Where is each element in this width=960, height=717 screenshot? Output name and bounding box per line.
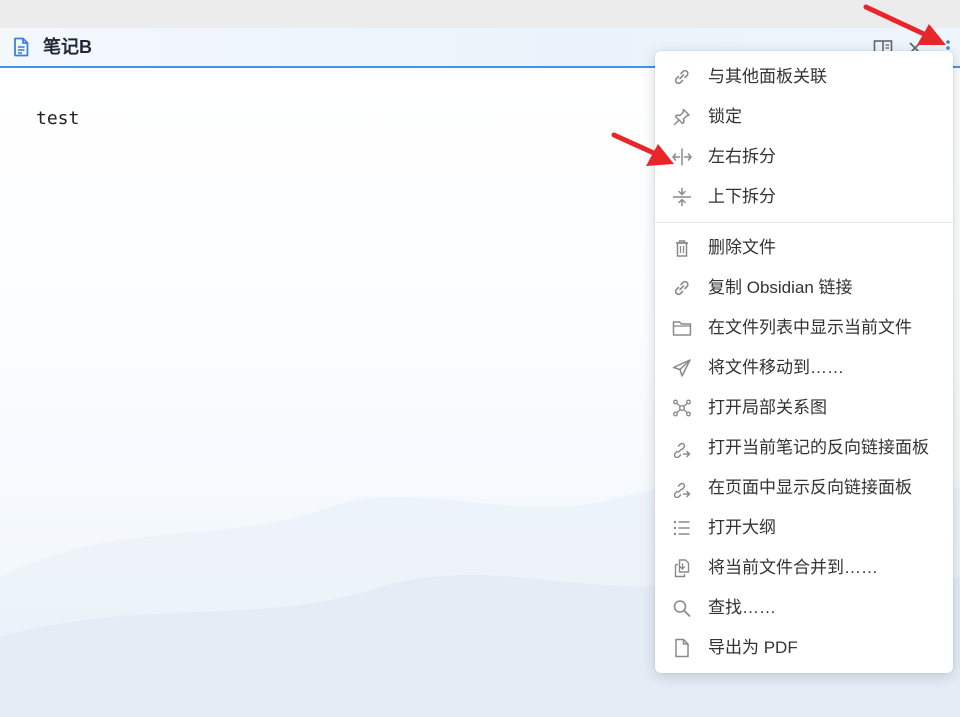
menu-item-label: 打开局部关系图	[708, 398, 827, 417]
menu-item[interactable]: 在页面中显示反向链接面板	[655, 468, 953, 508]
file-text-icon	[14, 37, 29, 57]
note-body-text[interactable]: test	[36, 108, 79, 129]
link-icon	[674, 69, 689, 85]
menu-item[interactable]: 锁定	[655, 97, 953, 137]
menu-item-label: 与其他面板关联	[708, 67, 827, 86]
menu-item[interactable]: 打开当前笔记的反向链接面板	[655, 428, 953, 468]
menu-item[interactable]: 查找……	[655, 588, 953, 628]
menu-item[interactable]: 左右拆分	[655, 137, 953, 177]
menu-item-label: 复制 Obsidian 链接	[708, 278, 853, 297]
menu-item[interactable]: 打开局部关系图	[655, 388, 953, 428]
menu-item[interactable]: 复制 Obsidian 链接	[655, 268, 953, 308]
menu-item-label: 导出为 PDF	[708, 638, 798, 657]
search-icon	[673, 600, 691, 617]
annotation-arrow-top	[863, 4, 946, 45]
menu-item-label: 在页面中显示反向链接面板	[708, 478, 912, 497]
graph-icon	[673, 399, 691, 417]
split-horizontal-icon	[673, 187, 691, 207]
merge-icon	[674, 559, 690, 578]
menu-item[interactable]: 打开大纲	[655, 508, 953, 548]
menu-item-label: 左右拆分	[708, 147, 776, 166]
menu-item[interactable]: 在文件列表中显示当前文件	[655, 308, 953, 348]
menu-item-label: 将文件移动到……	[708, 358, 844, 377]
link-icon	[674, 280, 689, 296]
list-icon	[673, 520, 690, 536]
menu-item[interactable]: 将当前文件合并到……	[655, 548, 953, 588]
menu-item[interactable]: 将文件移动到……	[655, 348, 953, 388]
menu-item[interactable]: 与其他面板关联	[655, 57, 953, 97]
menu-item[interactable]: 导出为 PDF	[655, 628, 953, 668]
file-icon	[675, 638, 689, 658]
more-options-menu: 与其他面板关联 锁定左右拆分上下拆分删除文件复制 Obsidian 链接在文件列表…	[655, 51, 953, 673]
trash-icon	[676, 240, 688, 257]
menu-item[interactable]: 上下拆分	[655, 177, 953, 217]
pin-icon	[673, 108, 690, 126]
menu-item-label: 打开大纲	[708, 518, 776, 537]
menu-item-label: 查找……	[708, 598, 776, 617]
backlink-icon	[673, 442, 691, 458]
menu-separator	[655, 222, 953, 223]
note-title[interactable]: 笔记B	[43, 37, 92, 57]
menu-item-label: 锁定	[708, 107, 742, 126]
send-icon	[672, 359, 691, 377]
menu-item-label: 删除文件	[708, 238, 776, 257]
menu-item-label: 在文件列表中显示当前文件	[708, 318, 912, 337]
annotation-arrow-split	[611, 132, 674, 166]
menu-item-label: 将当前文件合并到……	[708, 558, 878, 577]
menu-item-label: 上下拆分	[708, 187, 776, 206]
folder-icon	[672, 321, 692, 336]
backlink-icon	[673, 482, 691, 498]
window-top-strip	[0, 0, 960, 28]
menu-item[interactable]: 删除文件	[655, 228, 953, 268]
menu-item-label: 打开当前笔记的反向链接面板	[708, 438, 929, 457]
